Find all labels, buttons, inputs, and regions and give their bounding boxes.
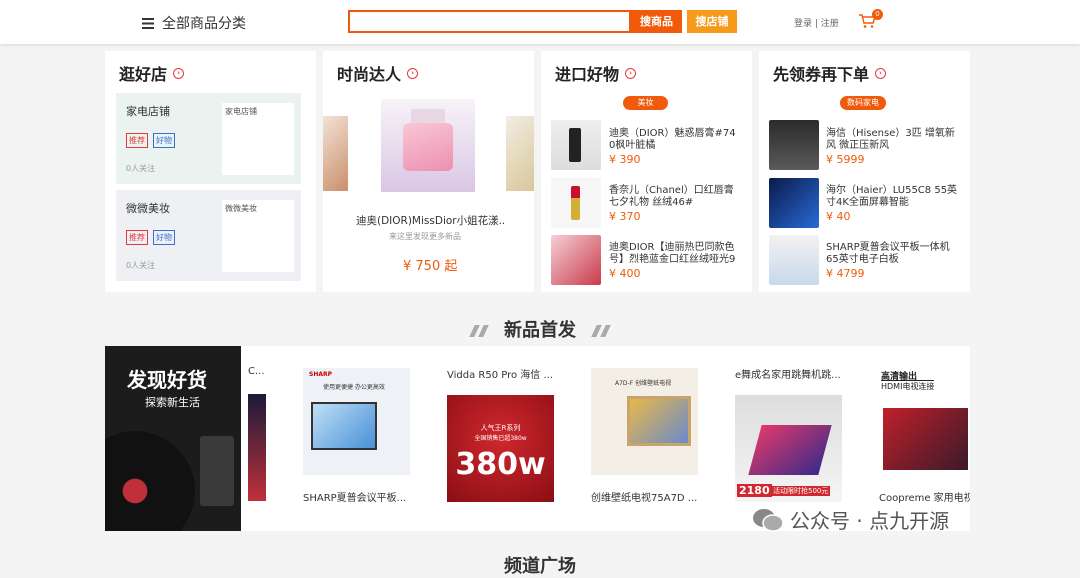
product-price: ¥ 370	[609, 210, 641, 223]
product-image[interactable]: 人气王R系列 全国销售已超380w 380w	[447, 395, 554, 502]
shop-image[interactable]: 家电店铺	[222, 103, 294, 175]
product-thumb[interactable]	[551, 120, 601, 170]
panel-fashion: 时尚达人 › 迪奥(DIOR)MissDior小姐花漾... 来这里发现更多新品 …	[323, 51, 534, 292]
carousel-prev-image[interactable]	[323, 116, 348, 191]
arrow-right-icon: ›	[625, 67, 637, 79]
tag-recommend: 推荐	[126, 230, 148, 245]
category-pill[interactable]: 数码家电	[840, 96, 886, 110]
product-image[interactable]: 高清输出 HDMI电视连接	[879, 368, 970, 475]
arrow-right-icon: ›	[173, 67, 185, 79]
product-thumb[interactable]	[769, 178, 819, 228]
shop-followers: 0人关注	[126, 164, 156, 173]
tag-good: 好物	[153, 230, 175, 245]
watermark: 公众号 · 点九开源	[752, 505, 949, 534]
product-thumb[interactable]	[551, 178, 601, 228]
shop-card[interactable]: 家电店铺 推荐 好物 0人关注 家电店铺	[116, 93, 301, 184]
search-shops-button[interactable]: 搜店铺	[687, 10, 737, 33]
menu-icon	[142, 17, 154, 29]
product-image[interactable]	[248, 394, 266, 501]
cart-count-badge: 0	[872, 9, 883, 20]
wechat-icon	[753, 508, 784, 532]
product-price: ¥ 4799	[826, 267, 865, 280]
carousel-next-image[interactable]	[506, 116, 534, 191]
product-image[interactable]	[381, 99, 475, 192]
section-title-channel: 频道广场	[504, 556, 576, 577]
shop-followers: 0人关注	[126, 261, 156, 270]
panel-coupon: 先领券再下单 › 数码家电 海信（Hisense）3匹 增氧新 风 微正压新风 ¥…	[759, 51, 970, 292]
shop-name: 家电店铺	[126, 105, 170, 118]
panel-import: 进口好物 › 美妆 迪奥（DIOR）魅惑唇膏#74 0枫叶脏橘 ¥ 390 香奈儿…	[541, 51, 752, 292]
shop-name: 微微美妆	[126, 202, 170, 215]
arrow-right-icon: ›	[407, 67, 419, 79]
banner-title: 发现好货	[127, 368, 207, 392]
banner-subtitle: 探索新生活	[145, 396, 200, 409]
shop-image[interactable]: 微微美妆	[222, 200, 294, 272]
product-title[interactable]: e舞成名家用跳舞机跳...	[735, 366, 841, 381]
product-title-line2: 风 微正压新风	[826, 140, 890, 151]
product-title[interactable]: Coopreme 家用电视	[879, 489, 970, 504]
product-price: ¥ 5999	[826, 153, 865, 166]
search-input[interactable]	[348, 10, 631, 33]
product-image[interactable]: SHARP 使用更便捷 办公更高效	[303, 368, 410, 475]
login-register-link[interactable]: 登录 | 注册	[794, 16, 839, 29]
promo-banner[interactable]: 发现好货 探索新生活	[105, 346, 241, 531]
panel-title[interactable]: 先领券再下单 ›	[773, 61, 887, 85]
panel-shops: 逛好店 › 家电店铺 推荐 好物 0人关注 家电店铺 微微美妆 推荐 好物 0人关…	[105, 51, 316, 292]
tag-recommend: 推荐	[126, 133, 148, 148]
shop-card[interactable]: 微微美妆 推荐 好物 0人关注 微微美妆	[116, 190, 301, 281]
product-title-line2: 0枫叶脏橘	[609, 140, 656, 151]
product-image[interactable]: A7D-F 创维壁纸电视	[591, 368, 698, 475]
product-title[interactable]: SHARP夏普会议平板...	[303, 489, 406, 504]
product-price: ¥ 390	[609, 153, 641, 166]
product-title[interactable]: 迪奥(DIOR)MissDior小姐花漾...	[356, 213, 506, 228]
top-bar: 全部商品分类 搜商品 搜店铺 登录 | 注册 0	[0, 0, 1080, 44]
product-title-line2: 寸4K全面屏幕智能	[826, 197, 909, 208]
turntable-arm	[200, 436, 234, 506]
panel-title[interactable]: 进口好物 ›	[555, 61, 637, 85]
category-label: 全部商品分类	[162, 16, 246, 32]
vinyl-record	[105, 431, 195, 531]
product-title[interactable]: C...	[248, 366, 265, 377]
product-subtitle: 来这里发现更多新品	[389, 232, 461, 241]
search-products-button[interactable]: 搜商品	[631, 10, 682, 33]
panel-title[interactable]: 时尚达人 ›	[337, 61, 419, 85]
product-price: ¥ 40	[826, 210, 851, 223]
product-thumb[interactable]	[769, 235, 819, 285]
product-price: ¥ 400	[609, 267, 641, 280]
product-title-line2: 65英寸电子白板	[826, 254, 899, 265]
product-thumb[interactable]	[769, 120, 819, 170]
new-products-strip: 发现好货 探索新生活 C... SHARP 使用更便捷 办公更高效 SHARP夏…	[105, 346, 970, 531]
product-title-line2: 七夕礼物 丝绒46#	[609, 197, 694, 208]
product-title[interactable]: 创维壁纸电视75A7D ...	[591, 489, 697, 504]
section-title-new: 新品首发	[0, 316, 1080, 342]
category-pill[interactable]: 美妆	[623, 96, 668, 110]
product-thumb[interactable]	[551, 235, 601, 285]
product-title[interactable]: Vidda R50 Pro 海信 ...	[447, 366, 553, 381]
product-image[interactable]: 2180 活动限时抢500元	[735, 395, 842, 502]
product-price: ¥ 750 起	[403, 259, 458, 274]
tag-good: 好物	[153, 133, 175, 148]
category-menu[interactable]: 全部商品分类	[142, 13, 246, 33]
arrow-right-icon: ›	[875, 67, 887, 79]
panel-title[interactable]: 逛好店 ›	[119, 61, 185, 85]
product-title-line2: 号】烈艳蓝金口红丝绒哑光9	[609, 254, 736, 265]
